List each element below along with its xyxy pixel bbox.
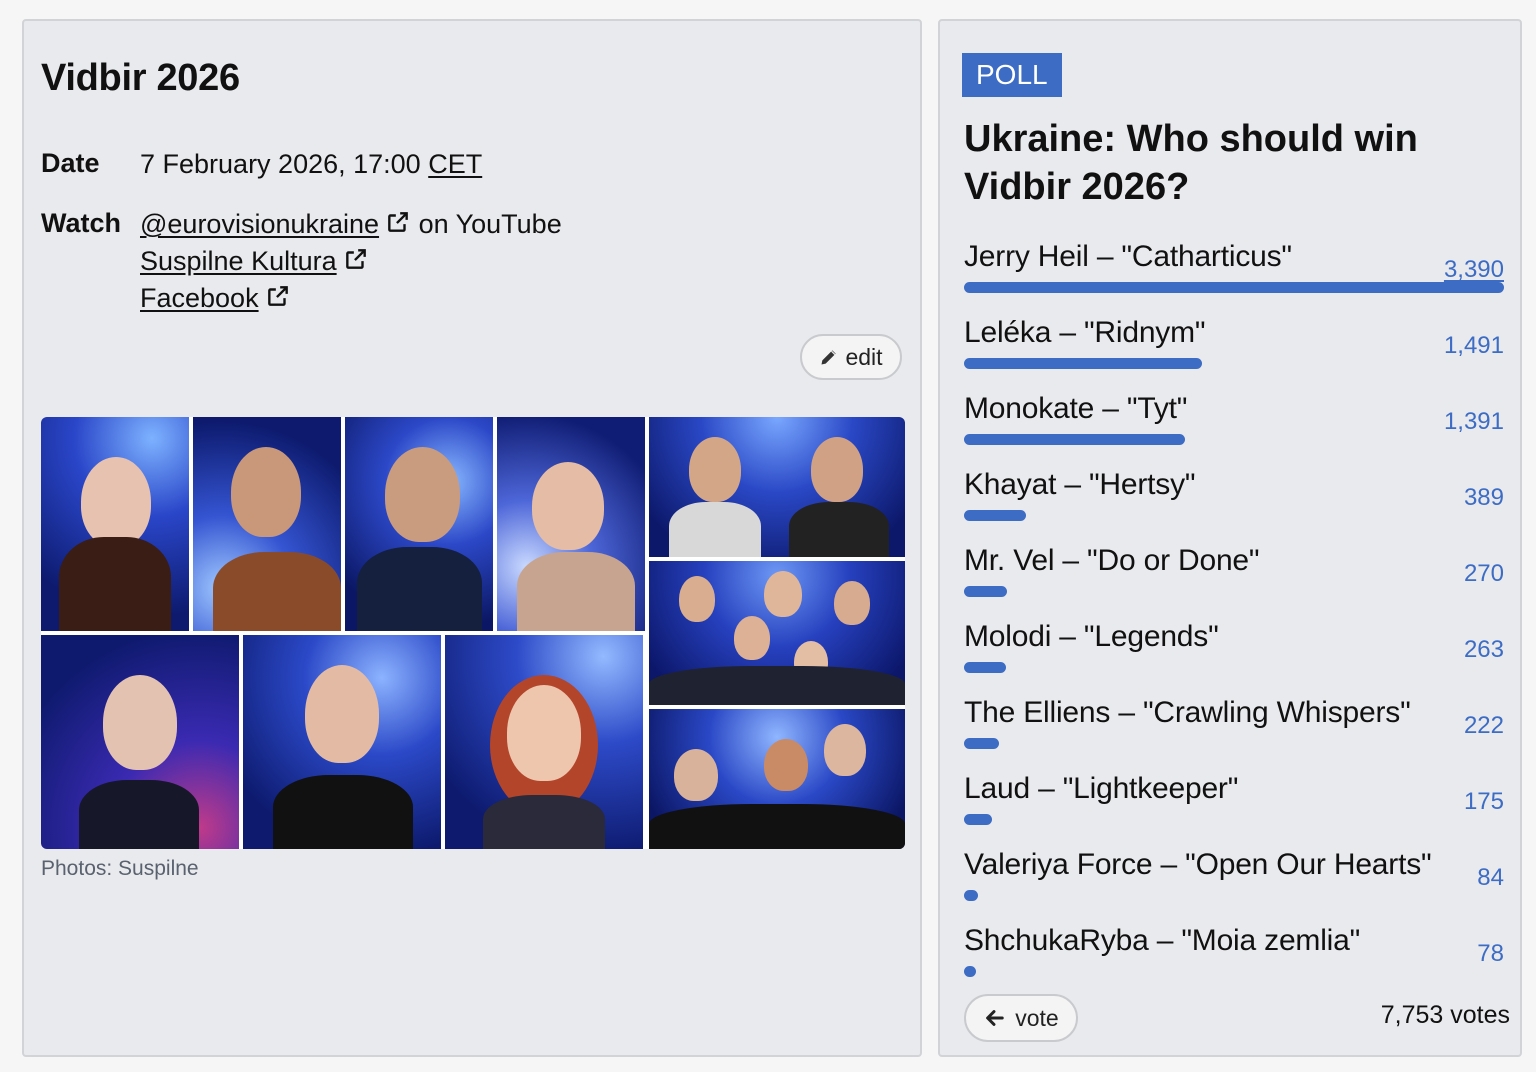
event-card: Vidbir 2026 Date 7 February 2026, 17:00 … xyxy=(22,19,922,1057)
poll-option-count: 3,390 xyxy=(1443,256,1504,283)
poll-option[interactable]: Valeriya Force – "Open Our Hearts" 84 xyxy=(964,848,1510,924)
poll-option-label: Leléka – "Ridnym" xyxy=(964,316,1206,349)
poll-option-count: 389 xyxy=(1463,484,1504,511)
photo-credit: Photos: Suspilne xyxy=(41,857,199,880)
poll-card: POLL Ukraine: Who should win Vidbir 2026… xyxy=(938,19,1522,1057)
date-label: Date xyxy=(41,148,100,178)
poll-option[interactable]: Laud – "Lightkeeper" 175 xyxy=(964,772,1510,848)
artists-collage xyxy=(41,417,905,849)
poll-question: Ukraine: Who should win Vidbir 2026? xyxy=(964,118,1418,208)
external-link-icon[interactable] xyxy=(385,208,411,234)
poll-option-label: Jerry Heil – "Catharticus" xyxy=(964,240,1292,273)
poll-option-label: Molodi – "Legends" xyxy=(964,620,1219,653)
date-value: 7 February 2026, 17:00 CET xyxy=(140,146,482,183)
event-title: Vidbir 2026 xyxy=(41,57,240,99)
external-link-icon[interactable] xyxy=(343,245,369,271)
artist-photo xyxy=(345,417,493,631)
poll-option[interactable]: Khayat – "Hertsy" 389 xyxy=(964,468,1510,544)
pencil-icon xyxy=(821,350,837,365)
votes-total: 7,753 votes xyxy=(1380,1001,1510,1029)
poll-option-label: Monokate – "Tyt" xyxy=(964,392,1188,425)
poll-option-bar xyxy=(964,738,999,749)
poll-option-label: Laud – "Lightkeeper" xyxy=(964,772,1239,805)
artist-photo xyxy=(41,417,189,631)
artist-photo xyxy=(445,635,643,849)
poll-option[interactable]: ShchukaRyba – "Moia zemlia" 78 xyxy=(964,924,1510,1000)
poll-option-count: 1,491 xyxy=(1443,332,1504,359)
poll-option-bar xyxy=(964,966,976,977)
poll-option[interactable]: Mr. Vel – "Do or Done" 270 xyxy=(964,544,1510,620)
watch-links: @eurovisionukraine on YouTube Suspilne K… xyxy=(140,206,562,317)
poll-badge: POLL xyxy=(962,53,1062,97)
poll-option-count: 1,391 xyxy=(1443,408,1504,435)
artist-photo xyxy=(41,635,239,849)
poll-option[interactable]: Molodi – "Legends" 263 xyxy=(964,620,1510,696)
poll-option-label: Mr. Vel – "Do or Done" xyxy=(964,544,1260,577)
suspilne-row: Suspilne Kultura xyxy=(140,243,562,280)
timezone-link[interactable]: CET xyxy=(428,149,482,179)
date-text: 7 February 2026, 17:00 xyxy=(140,149,421,179)
poll-option-bar xyxy=(964,890,978,901)
poll-option-label: ShchukaRyba – "Moia zemlia" xyxy=(964,924,1361,957)
poll-option[interactable]: Monokate – "Tyt" 1,391 xyxy=(964,392,1510,468)
artist-photo xyxy=(649,417,905,557)
youtube-link[interactable]: @eurovisionukraine xyxy=(140,209,379,239)
poll-option-bar xyxy=(964,510,1026,521)
poll-option-bar xyxy=(964,814,992,825)
facebook-row: Facebook xyxy=(140,280,562,317)
poll-option-count: 175 xyxy=(1463,788,1504,815)
artist-photo xyxy=(649,561,905,705)
poll-option-bar xyxy=(964,282,1504,293)
poll-option-label: Khayat – "Hertsy" xyxy=(964,468,1196,501)
external-link-icon[interactable] xyxy=(265,282,291,308)
poll-option[interactable]: Leléka – "Ridnym" 1,491 xyxy=(964,316,1510,392)
edit-button[interactable]: edit xyxy=(800,334,902,380)
artist-photo xyxy=(243,635,441,849)
poll-option-bar xyxy=(964,662,1006,673)
poll-option[interactable]: Jerry Heil – "Catharticus" 3,390 xyxy=(964,240,1510,316)
facebook-link[interactable]: Facebook xyxy=(140,283,259,313)
artist-photo xyxy=(649,709,905,849)
vote-button[interactable]: vote xyxy=(964,994,1078,1042)
poll-option-bar xyxy=(964,434,1185,445)
artist-photo xyxy=(497,417,645,631)
poll-option-label: The Elliens – "Crawling Whispers" xyxy=(964,696,1411,729)
youtube-row: @eurovisionukraine on YouTube xyxy=(140,206,562,243)
poll-option-count: 270 xyxy=(1463,560,1504,587)
artist-photo xyxy=(193,417,341,631)
poll-option-bar xyxy=(964,586,1007,597)
vote-label: vote xyxy=(1015,1004,1059,1031)
suspilne-link[interactable]: Suspilne Kultura xyxy=(140,246,337,276)
poll-option[interactable]: The Elliens – "Crawling Whispers" 222 xyxy=(964,696,1510,772)
arrow-left-icon xyxy=(986,1010,1004,1026)
poll-option-count: 78 xyxy=(1477,940,1504,967)
poll-option-bar xyxy=(964,358,1202,369)
poll-option-label: Valeriya Force – "Open Our Hearts" xyxy=(964,848,1432,881)
poll-option-count: 263 xyxy=(1463,636,1504,663)
poll-option-count: 84 xyxy=(1477,864,1504,891)
poll-option-count: 222 xyxy=(1463,712,1504,739)
youtube-suffix: on YouTube xyxy=(418,209,562,239)
watch-label: Watch xyxy=(41,208,121,238)
edit-label: edit xyxy=(845,343,883,370)
